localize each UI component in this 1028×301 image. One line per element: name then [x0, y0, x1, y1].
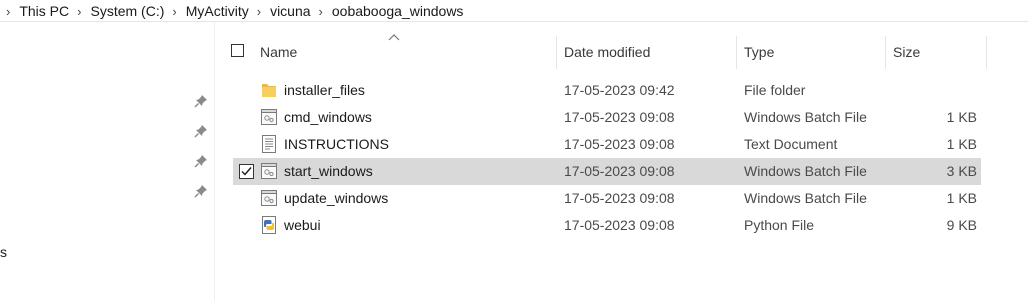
pin-icon[interactable]	[194, 184, 208, 198]
folder-icon	[262, 84, 276, 97]
file-date-modified: 17-05-2023 09:08	[564, 217, 675, 233]
chevron-right-icon[interactable]: ›	[257, 4, 261, 19]
file-size: 9 KB	[946, 217, 977, 233]
file-type: Windows Batch File	[744, 163, 867, 179]
file-row-selected[interactable]: start_windows 17-05-2023 09:08 Windows B…	[233, 158, 981, 185]
file-date-modified: 17-05-2023 09:08	[564, 190, 675, 206]
column-size[interactable]: Size	[893, 44, 920, 60]
file-name: start_windows	[284, 163, 373, 179]
chevron-right-icon[interactable]: ›	[77, 4, 81, 19]
breadcrumb-vicuna[interactable]: vicuna	[270, 3, 310, 19]
file-size: 1 KB	[946, 109, 977, 125]
file-date-modified: 17-05-2023 09:08	[564, 109, 675, 125]
file-type: Python File	[744, 217, 815, 233]
pin-icon[interactable]	[194, 94, 208, 108]
file-size: 3 KB	[946, 163, 977, 179]
text-document-icon	[262, 135, 276, 153]
batch-file-icon	[261, 109, 277, 125]
chevron-right-icon[interactable]: ›	[319, 4, 323, 19]
navigation-pane	[0, 22, 214, 301]
breadcrumb-myactivity[interactable]: MyActivity	[186, 3, 249, 19]
select-all-checkbox[interactable]	[231, 44, 244, 57]
file-name: update_windows	[284, 190, 389, 206]
column-type[interactable]: Type	[744, 44, 774, 60]
column-divider[interactable]	[556, 36, 557, 69]
file-size: 1 KB	[946, 136, 977, 152]
file-name: cmd_windows	[284, 109, 372, 125]
file-row[interactable]: webui 17-05-2023 09:08 Python File 9 KB	[233, 212, 981, 239]
row-checkbox[interactable]	[239, 164, 254, 179]
column-divider[interactable]	[736, 36, 737, 69]
chevron-right-icon[interactable]: ›	[6, 4, 10, 19]
pin-icon[interactable]	[194, 124, 208, 138]
file-row[interactable]: update_windows 17-05-2023 09:08 Windows …	[233, 185, 981, 212]
pin-icon[interactable]	[194, 154, 208, 168]
file-row[interactable]: installer_files 17-05-2023 09:42 File fo…	[233, 77, 981, 104]
breadcrumb-this-pc[interactable]: This PC	[19, 3, 69, 19]
file-name: INSTRUCTIONS	[284, 136, 389, 152]
file-type: Windows Batch File	[744, 190, 867, 206]
breadcrumb-system-drive[interactable]: System (C:)	[90, 3, 164, 19]
column-date-modified[interactable]: Date modified	[564, 44, 650, 60]
column-name[interactable]: Name	[260, 44, 297, 60]
file-name: installer_files	[284, 82, 365, 98]
column-header: Name Date modified Type Size	[215, 34, 1028, 69]
file-row[interactable]: INSTRUCTIONS 17-05-2023 09:08 Text Docum…	[233, 131, 981, 158]
python-file-icon	[262, 216, 276, 234]
column-divider[interactable]	[885, 36, 886, 69]
batch-file-icon	[261, 163, 277, 179]
nav-item-label[interactable]: s	[0, 244, 7, 260]
file-date-modified: 17-05-2023 09:08	[564, 163, 675, 179]
file-type: Text Document	[744, 136, 838, 152]
breadcrumb-current-folder[interactable]: oobabooga_windows	[332, 3, 464, 19]
file-name: webui	[284, 217, 321, 233]
sort-ascending-icon	[388, 34, 400, 41]
file-size: 1 KB	[946, 190, 977, 206]
batch-file-icon	[261, 190, 277, 206]
checkmark-icon	[241, 167, 252, 176]
chevron-right-icon[interactable]: ›	[172, 4, 176, 19]
column-divider[interactable]	[986, 36, 987, 69]
file-row[interactable]: cmd_windows 17-05-2023 09:08 Windows Bat…	[233, 104, 981, 131]
file-date-modified: 17-05-2023 09:08	[564, 136, 675, 152]
file-type: Windows Batch File	[744, 109, 867, 125]
file-date-modified: 17-05-2023 09:42	[564, 82, 675, 98]
file-type: File folder	[744, 82, 806, 98]
breadcrumb: › This PC › System (C:) › MyActivity › v…	[0, 0, 1028, 22]
